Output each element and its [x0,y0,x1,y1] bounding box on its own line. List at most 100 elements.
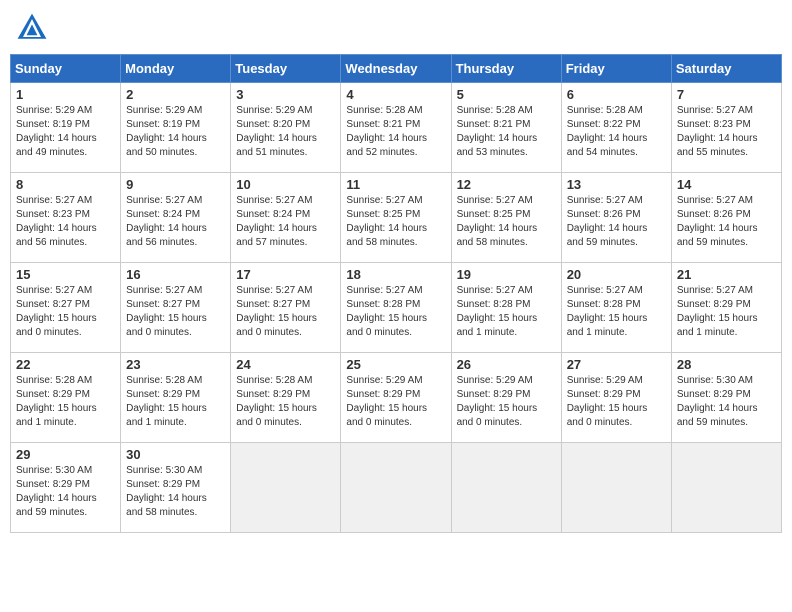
day-cell: 7Sunrise: 5:27 AM Sunset: 8:23 PM Daylig… [671,83,781,173]
logo [14,10,54,46]
day-number: 19 [457,267,556,282]
day-info: Sunrise: 5:30 AM Sunset: 8:29 PM Dayligh… [126,464,225,520]
day-cell: 1 Sunrise: 5:29 AM Sunset: 8:19 PM Daylig… [11,83,121,173]
day-cell [341,443,451,533]
day-info: Sunrise: 5:27 AM Sunset: 8:28 PM Dayligh… [567,284,666,340]
day-info: Sunrise: 5:27 AM Sunset: 8:27 PM Dayligh… [236,284,335,340]
week-row-3: 15 Sunrise: 5:27 AM Sunset: 8:27 PM Dayli… [11,263,782,353]
weekday-header-monday: Monday [121,55,231,83]
day-number: 3 [236,87,335,102]
day-number: 16 [126,267,225,282]
day-number: 30 [126,447,225,462]
day-info: Sunrise: 5:27 AM Sunset: 8:28 PM Dayligh… [457,284,556,340]
calendar-table: SundayMondayTuesdayWednesdayThursdayFrid… [10,54,782,533]
day-cell: 12 Sunrise: 5:27 AM Sunset: 8:25 PM Dayli… [451,173,561,263]
week-row-1: 1 Sunrise: 5:29 AM Sunset: 8:19 PM Daylig… [11,83,782,173]
day-number: 1 [16,87,115,102]
day-number: 24 [236,357,335,372]
weekday-header-thursday: Thursday [451,55,561,83]
day-cell: 21 Sunrise: 5:27 AM Sunset: 8:29 PM Dayli… [671,263,781,353]
day-cell: 19 Sunrise: 5:27 AM Sunset: 8:28 PM Dayli… [451,263,561,353]
day-number: 5 [457,87,556,102]
day-cell: 15 Sunrise: 5:27 AM Sunset: 8:27 PM Dayli… [11,263,121,353]
week-row-2: 8 Sunrise: 5:27 AM Sunset: 8:23 PM Daylig… [11,173,782,263]
day-cell: 2 Sunrise: 5:29 AM Sunset: 8:19 PM Daylig… [121,83,231,173]
day-cell: 9Sunrise: 5:27 AM Sunset: 8:24 PM Daylig… [121,173,231,263]
day-info: Sunrise: 5:27 AM Sunset: 8:24 PM Dayligh… [126,194,225,250]
day-cell: 6 Sunrise: 5:28 AM Sunset: 8:22 PM Daylig… [561,83,671,173]
day-info: Sunrise: 5:28 AM Sunset: 8:29 PM Dayligh… [16,374,115,430]
day-number: 21 [677,267,776,282]
day-info: Sunrise: 5:28 AM Sunset: 8:22 PM Dayligh… [567,104,666,160]
day-info: Sunrise: 5:27 AM Sunset: 8:28 PM Dayligh… [346,284,445,340]
day-cell: 13 Sunrise: 5:27 AM Sunset: 8:26 PM Dayli… [561,173,671,263]
day-number: 17 [236,267,335,282]
day-number: 4 [346,87,445,102]
day-number: 15 [16,267,115,282]
day-cell [451,443,561,533]
day-cell: 14 Sunrise: 5:27 AM Sunset: 8:26 PM Dayli… [671,173,781,263]
day-cell: 25Sunrise: 5:29 AM Sunset: 8:29 PM Dayli… [341,353,451,443]
day-info: Sunrise: 5:28 AM Sunset: 8:29 PM Dayligh… [126,374,225,430]
day-cell: 29 Sunrise: 5:30 AM Sunset: 8:29 PM Dayli… [11,443,121,533]
day-info: Sunrise: 5:27 AM Sunset: 8:25 PM Dayligh… [346,194,445,250]
day-cell: 11 Sunrise: 5:27 AM Sunset: 8:25 PM Dayli… [341,173,451,263]
day-number: 29 [16,447,115,462]
day-cell: 24 Sunrise: 5:28 AM Sunset: 8:29 PM Dayli… [231,353,341,443]
day-number: 8 [16,177,115,192]
day-info: Sunrise: 5:27 AM Sunset: 8:23 PM Dayligh… [16,194,115,250]
day-info: Sunrise: 5:27 AM Sunset: 8:23 PM Dayligh… [677,104,776,160]
day-cell: 30 Sunrise: 5:30 AM Sunset: 8:29 PM Dayli… [121,443,231,533]
day-cell: 27 Sunrise: 5:29 AM Sunset: 8:29 PM Dayli… [561,353,671,443]
day-number: 13 [567,177,666,192]
weekday-header-saturday: Saturday [671,55,781,83]
day-info: Sunrise: 5:30 AM Sunset: 8:29 PM Dayligh… [16,464,115,520]
day-info: Sunrise: 5:27 AM Sunset: 8:24 PM Dayligh… [236,194,335,250]
day-cell [561,443,671,533]
weekday-header-friday: Friday [561,55,671,83]
day-cell [231,443,341,533]
day-cell: 18 Sunrise: 5:27 AM Sunset: 8:28 PM Dayli… [341,263,451,353]
day-info: Sunrise: 5:28 AM Sunset: 8:29 PM Dayligh… [236,374,335,430]
day-info: Sunrise: 5:29 AM Sunset: 8:19 PM Dayligh… [126,104,225,160]
day-cell: 5 Sunrise: 5:28 AM Sunset: 8:21 PM Daylig… [451,83,561,173]
day-info: Sunrise: 5:29 AM Sunset: 8:19 PM Dayligh… [16,104,115,160]
day-cell: 17 Sunrise: 5:27 AM Sunset: 8:27 PM Dayli… [231,263,341,353]
day-number: 20 [567,267,666,282]
day-number: 28 [677,357,776,372]
day-info: Sunrise: 5:27 AM Sunset: 8:25 PM Dayligh… [457,194,556,250]
day-number: 6 [567,87,666,102]
day-info: Sunrise: 5:27 AM Sunset: 8:27 PM Dayligh… [16,284,115,340]
weekday-header-row: SundayMondayTuesdayWednesdayThursdayFrid… [11,55,782,83]
day-number: 11 [346,177,445,192]
day-info: Sunrise: 5:28 AM Sunset: 8:21 PM Dayligh… [457,104,556,160]
day-cell: 28 Sunrise: 5:30 AM Sunset: 8:29 PM Dayli… [671,353,781,443]
day-info: Sunrise: 5:28 AM Sunset: 8:21 PM Dayligh… [346,104,445,160]
day-info: Sunrise: 5:27 AM Sunset: 8:29 PM Dayligh… [677,284,776,340]
day-cell: 8 Sunrise: 5:27 AM Sunset: 8:23 PM Daylig… [11,173,121,263]
day-info: Sunrise: 5:30 AM Sunset: 8:29 PM Dayligh… [677,374,776,430]
weekday-header-tuesday: Tuesday [231,55,341,83]
day-info: Sunrise: 5:29 AM Sunset: 8:29 PM Dayligh… [457,374,556,430]
day-cell: 23 Sunrise: 5:28 AM Sunset: 8:29 PM Dayli… [121,353,231,443]
day-cell: 3 Sunrise: 5:29 AM Sunset: 8:20 PM Daylig… [231,83,341,173]
weekday-header-wednesday: Wednesday [341,55,451,83]
day-cell: 26 Sunrise: 5:29 AM Sunset: 8:29 PM Dayli… [451,353,561,443]
day-number: 10 [236,177,335,192]
week-row-4: 22 Sunrise: 5:28 AM Sunset: 8:29 PM Dayli… [11,353,782,443]
day-number: 14 [677,177,776,192]
day-info: Sunrise: 5:27 AM Sunset: 8:26 PM Dayligh… [567,194,666,250]
week-row-5: 29 Sunrise: 5:30 AM Sunset: 8:29 PM Dayli… [11,443,782,533]
day-number: 22 [16,357,115,372]
day-number: 23 [126,357,225,372]
day-info: Sunrise: 5:29 AM Sunset: 8:29 PM Dayligh… [567,374,666,430]
day-number: 2 [126,87,225,102]
logo-icon [14,10,50,46]
day-info: Sunrise: 5:29 AM Sunset: 8:20 PM Dayligh… [236,104,335,160]
day-cell: 16Sunrise: 5:27 AM Sunset: 8:27 PM Dayli… [121,263,231,353]
day-info: Sunrise: 5:27 AM Sunset: 8:26 PM Dayligh… [677,194,776,250]
day-number: 27 [567,357,666,372]
day-number: 26 [457,357,556,372]
day-number: 12 [457,177,556,192]
day-number: 18 [346,267,445,282]
